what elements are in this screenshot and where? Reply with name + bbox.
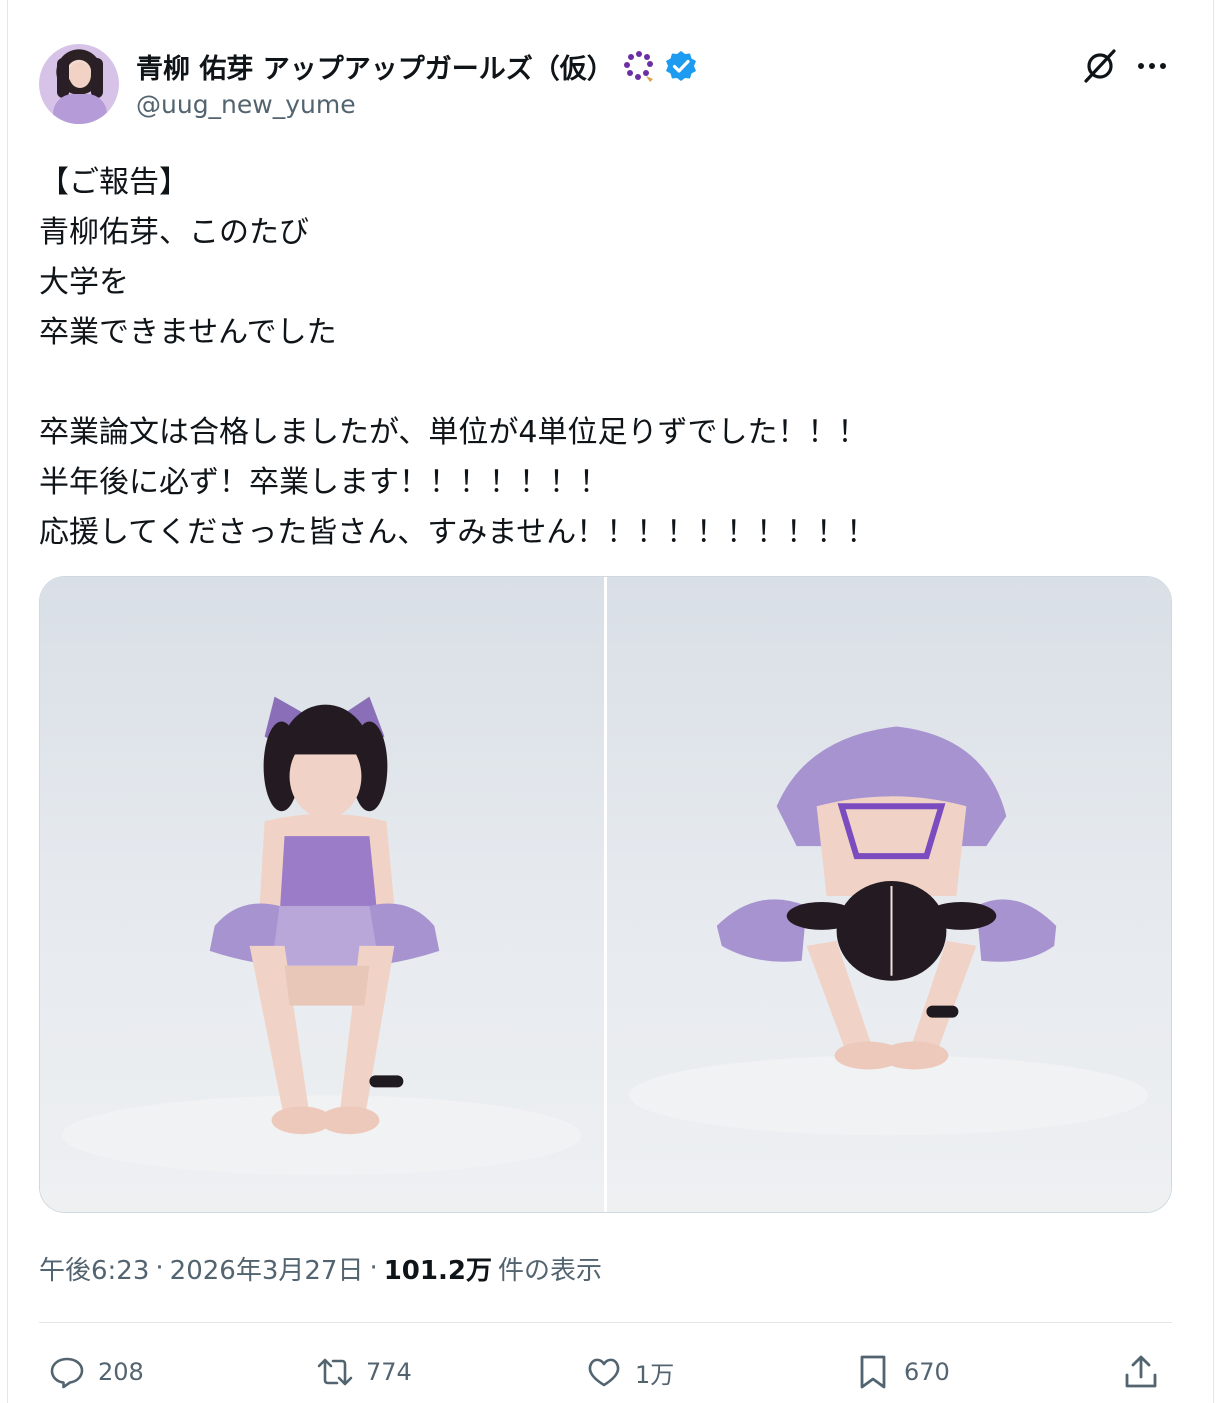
post-line: 応援してくださった皆さん、すみません！！！！！！！！！！ [39, 515, 877, 550]
share-button[interactable] [1122, 1350, 1160, 1394]
photo-bowing[interactable] [607, 577, 1171, 1212]
bookmark-icon [860, 1355, 886, 1389]
like-button[interactable]: 1万 [585, 1350, 674, 1394]
post-line: 【ご報告】 [39, 165, 189, 200]
heart-icon [588, 1358, 620, 1387]
divider [39, 1322, 1172, 1323]
avatar[interactable] [39, 44, 119, 124]
avatar-hair-right [91, 58, 103, 98]
post-line: 青柳佑芽、このたび [39, 215, 309, 250]
reply-icon [50, 1357, 84, 1389]
reply-count: 208 [98, 1358, 144, 1386]
photo-kneeling[interactable] [40, 577, 604, 1212]
bookmark-button[interactable]: 670 [854, 1350, 950, 1394]
post-meta: 午後6:23 · 2026年3月27日 · 101.2万 件の表示 [39, 1248, 602, 1288]
post-line: 卒業論文は合格しましたが、単位が4単位足りずでした！！！ [39, 415, 868, 450]
post-line: 半年後に必ず！卒業します！！！！！！！ [39, 465, 609, 500]
repost-button[interactable]: 774 [316, 1350, 412, 1394]
post-line-blank [39, 358, 1179, 408]
author-name-row[interactable]: 青柳 佑芽 アップアップガールズ（仮） [136, 44, 698, 88]
like-count: 1万 [635, 1360, 675, 1389]
post-text: 【ご報告】 青柳佑芽、このたび 大学を 卒業できませんでした 卒業論文は合格しま… [39, 158, 1179, 558]
views-count[interactable]: 101.2万 [384, 1250, 492, 1287]
repost-count: 774 [366, 1358, 412, 1386]
avatar-hair-left [57, 58, 69, 98]
grok-icon[interactable] [1080, 46, 1120, 86]
avatar-face [69, 62, 91, 88]
meta-separator: · [369, 1253, 378, 1283]
bookmark-count: 670 [904, 1358, 950, 1386]
post-line: 大学を [39, 265, 129, 300]
post-date[interactable]: 2026年3月27日 [170, 1250, 364, 1287]
avatar-dress [53, 94, 107, 124]
verified-icon [664, 49, 698, 83]
media-grid [39, 576, 1172, 1213]
author-display-name[interactable]: 青柳 佑芽 アップアップガールズ（仮） [136, 47, 614, 86]
share-icon [1125, 1355, 1157, 1388]
post-line: 卒業できませんでした [39, 315, 337, 350]
repost-icon [317, 1358, 353, 1386]
author-handle[interactable]: @uug_new_yume [136, 90, 356, 119]
more-options-icon[interactable] [1132, 46, 1172, 86]
post-time[interactable]: 午後6:23 [39, 1250, 149, 1287]
prayer-beads-icon [622, 49, 656, 83]
reply-button[interactable]: 208 [48, 1350, 144, 1394]
views-label: 件の表示 [497, 1255, 602, 1286]
meta-separator: · [155, 1253, 164, 1283]
